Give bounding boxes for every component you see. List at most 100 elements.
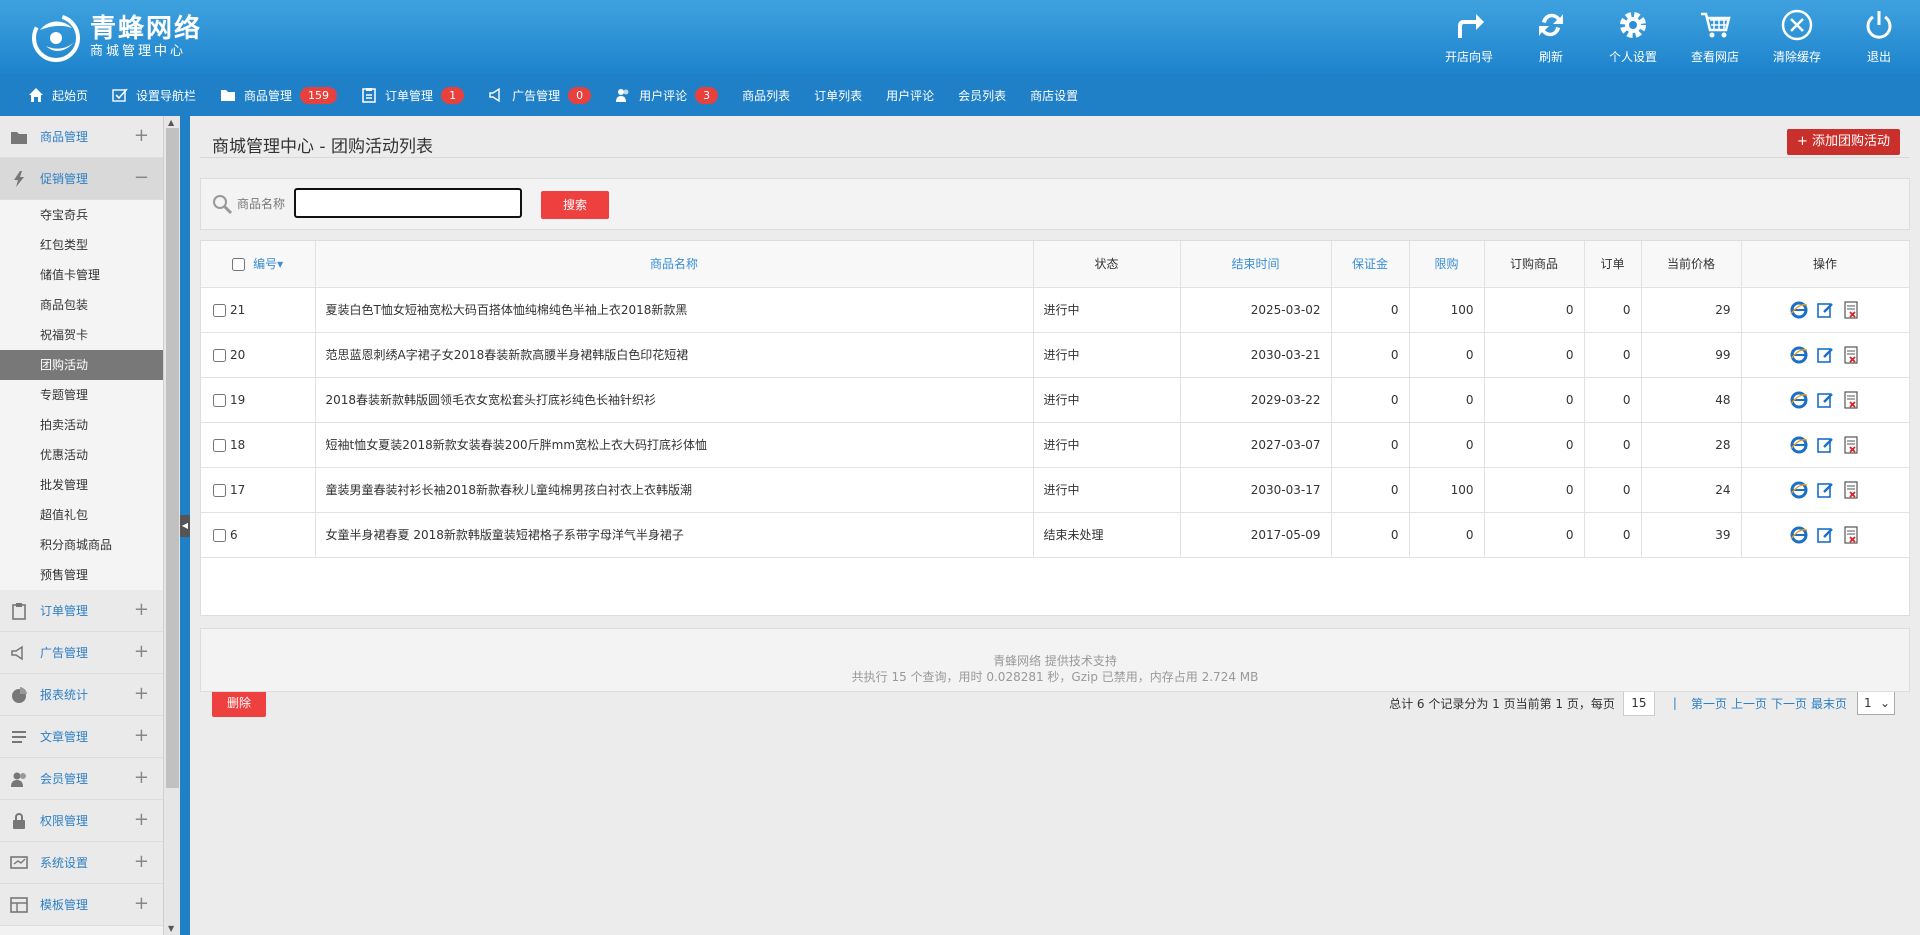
expand-icon[interactable]: + [134, 894, 149, 914]
nav-goods[interactable]: 商品管理 159 [220, 74, 338, 116]
ie-view-icon[interactable] [1790, 481, 1808, 499]
sidebar-item-topics[interactable]: 专题管理 [0, 380, 163, 410]
sidebar-group-ads[interactable]: 广告管理 + [0, 632, 163, 674]
header-end-time[interactable]: 结束时间 [1180, 241, 1332, 288]
sidebar-group-promotion[interactable]: 促销管理 − [0, 158, 163, 200]
tool-clear-cache[interactable]: 清除缓存 [1756, 0, 1838, 74]
tool-view-shop[interactable]: 查看网店 [1674, 0, 1756, 74]
expand-icon[interactable]: + [134, 726, 149, 746]
nav-comments[interactable]: 用户评论 3 [615, 74, 719, 116]
sidebar-item-greeting-card[interactable]: 祝福贺卡 [0, 320, 163, 350]
ie-view-icon[interactable] [1790, 346, 1808, 364]
scrollbar-thumb[interactable] [166, 128, 179, 788]
edit-icon[interactable] [1816, 301, 1834, 319]
sidebar-group-permissions[interactable]: 权限管理 + [0, 800, 163, 842]
delete-doc-icon[interactable] [1842, 390, 1860, 409]
expand-icon[interactable]: + [134, 600, 149, 620]
header-goods-name[interactable]: 商品名称 [315, 241, 1034, 288]
brand-logo[interactable]: 青蜂网络 商城管理中心 [28, 10, 202, 64]
delete-doc-icon[interactable] [1842, 345, 1860, 364]
expand-icon[interactable]: + [134, 852, 149, 872]
search-button[interactable]: 搜索 [541, 191, 609, 219]
delete-doc-icon[interactable] [1842, 300, 1860, 319]
tool-open-shop-guide[interactable]: 开店向导 [1428, 0, 1510, 74]
expand-icon[interactable]: + [134, 810, 149, 830]
expand-icon[interactable]: + [134, 768, 149, 788]
prev-page-link[interactable]: 上一页 [1731, 695, 1767, 712]
delete-doc-icon[interactable] [1842, 525, 1860, 544]
delete-doc-icon[interactable] [1842, 480, 1860, 499]
edit-icon[interactable] [1816, 436, 1834, 454]
add-group-buy-button[interactable]: + 添加团购活动 [1786, 129, 1900, 155]
sidebar-group-reports[interactable]: 报表统计 + [0, 674, 163, 716]
ie-view-icon[interactable] [1790, 391, 1808, 409]
nav-ads[interactable]: 广告管理 0 [488, 74, 592, 116]
sidebar-scrollbar[interactable]: ▲ ▼ [163, 116, 180, 935]
ie-view-icon[interactable] [1790, 526, 1808, 544]
tool-logout[interactable]: 退出 [1838, 0, 1920, 74]
row-checkbox[interactable] [213, 303, 226, 317]
sidebar-item-points-mall[interactable]: 积分商城商品 [0, 530, 163, 560]
sidebar-item-presale[interactable]: 预售管理 [0, 560, 163, 590]
tool-personal-settings[interactable]: 个人设置 [1592, 0, 1674, 74]
scroll-up-icon[interactable]: ▲ [168, 118, 174, 127]
per-page-input[interactable]: 15 [1622, 690, 1655, 716]
delete-button[interactable]: 删除 [212, 689, 266, 717]
sidebar-item-auction[interactable]: 拍卖活动 [0, 410, 163, 440]
delete-doc-icon[interactable] [1842, 435, 1860, 454]
nav-user-comments[interactable]: 用户评论 [886, 74, 934, 116]
tool-refresh[interactable]: 刷新 [1510, 0, 1592, 74]
sidebar-item-bonus-type[interactable]: 红包类型 [0, 230, 163, 260]
row-checkbox[interactable] [213, 348, 226, 362]
nav-setup-nav[interactable]: 设置导航栏 [112, 74, 196, 116]
expand-icon[interactable]: + [134, 126, 149, 146]
nav-shop-settings[interactable]: 商店设置 [1030, 74, 1078, 116]
first-page-link[interactable]: 第一页 [1691, 695, 1727, 712]
header-id[interactable]: 编号▾ [201, 241, 316, 288]
header-limit[interactable]: 限购 [1409, 241, 1485, 288]
nav-goods-list[interactable]: 商品列表 [742, 74, 790, 116]
sidebar-group-articles[interactable]: 文章管理 + [0, 716, 163, 758]
sidebar-item-group-buy[interactable]: 团购活动 [0, 350, 163, 380]
header-id-label[interactable]: 编号 [253, 257, 277, 271]
row-checkbox[interactable] [213, 438, 226, 452]
sidebar-item-value-card[interactable]: 储值卡管理 [0, 260, 163, 290]
edit-icon[interactable] [1816, 481, 1834, 499]
nav-order-list[interactable]: 订单列表 [814, 74, 862, 116]
collapse-sidebar-icon[interactable]: ◀ [180, 515, 190, 537]
nav-member-list[interactable]: 会员列表 [958, 74, 1006, 116]
sidebar-group-system[interactable]: 系统设置 + [0, 842, 163, 884]
goods-name-search-input[interactable] [294, 188, 522, 218]
edit-icon[interactable] [1816, 346, 1834, 364]
ie-view-icon[interactable] [1790, 436, 1808, 454]
nav-home[interactable]: 起始页 [28, 74, 88, 116]
sidebar-group-orders[interactable]: 订单管理 + [0, 590, 163, 632]
expand-icon[interactable]: + [134, 642, 149, 662]
orders-cell: 0 [1584, 512, 1642, 558]
last-page-link[interactable]: 最末页 [1811, 695, 1847, 712]
sidebar-group-goods[interactable]: 商品管理 + [0, 116, 163, 158]
ads-count-badge: 0 [568, 86, 592, 104]
edit-icon[interactable] [1816, 526, 1834, 544]
nav-orders[interactable]: 订单管理 1 [361, 74, 465, 116]
scroll-down-icon[interactable]: ▼ [168, 924, 174, 933]
row-checkbox[interactable] [213, 393, 226, 407]
page-select[interactable]: 1 ⌄ [1857, 691, 1895, 715]
sidebar-group-members[interactable]: 会员管理 + [0, 758, 163, 800]
sidebar-item-wholesale[interactable]: 批发管理 [0, 470, 163, 500]
sidebar-item-packaging[interactable]: 商品包装 [0, 290, 163, 320]
bee-logo-icon [28, 10, 86, 64]
edit-icon[interactable] [1816, 391, 1834, 409]
next-page-link[interactable]: 下一页 [1771, 695, 1807, 712]
sidebar-item-treasure[interactable]: 夺宝奇兵 [0, 200, 163, 230]
row-checkbox[interactable] [213, 483, 226, 497]
collapse-icon[interactable]: − [134, 168, 149, 188]
header-deposit[interactable]: 保证金 [1331, 241, 1410, 288]
ie-view-icon[interactable] [1790, 301, 1808, 319]
sidebar-item-discount[interactable]: 优惠活动 [0, 440, 163, 470]
select-all-checkbox[interactable] [232, 258, 246, 272]
sidebar-item-gift-package[interactable]: 超值礼包 [0, 500, 163, 530]
row-checkbox[interactable] [213, 528, 226, 542]
sidebar-group-templates[interactable]: 模板管理 + [0, 884, 163, 926]
expand-icon[interactable]: + [134, 684, 149, 704]
